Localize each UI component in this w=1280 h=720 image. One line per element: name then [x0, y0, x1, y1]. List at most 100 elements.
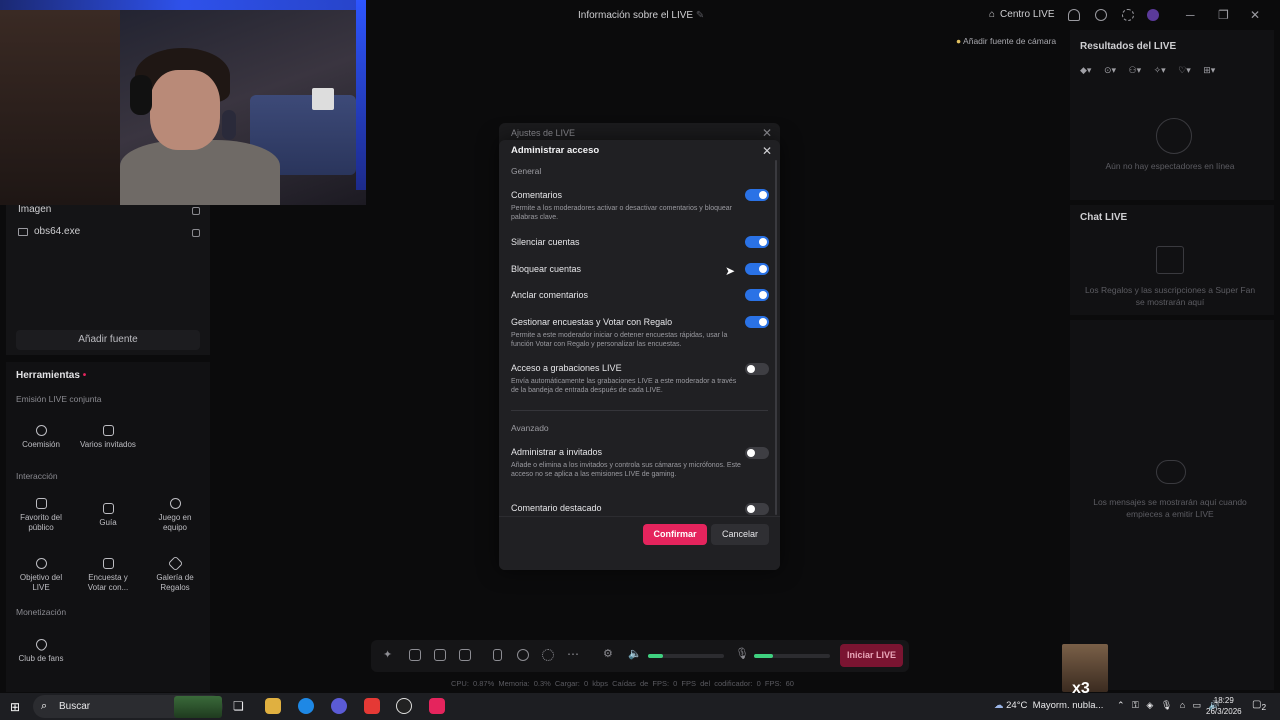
tool-favorito[interactable]: Favorito del público: [12, 490, 70, 540]
close-dialog-icon[interactable]: ✕: [762, 145, 772, 157]
team-icon: [169, 497, 181, 509]
tool-club-fans[interactable]: Club de fans: [12, 626, 70, 676]
tool-objetivo[interactable]: Objetivo del LIVE: [12, 550, 70, 600]
windows-start-icon[interactable]: ⊞: [10, 700, 20, 714]
notification-icon[interactable]: ▢2: [1252, 699, 1266, 712]
person-body: [120, 140, 280, 205]
empty-viewers-icon: [1156, 118, 1192, 154]
mouse-cursor: ➤: [725, 264, 736, 278]
help-icon[interactable]: [1095, 9, 1107, 21]
centro-live-button[interactable]: ⌂ Centro LIVE: [989, 9, 1055, 20]
tool-encuesta[interactable]: Encuesta y Votar con...: [79, 550, 137, 600]
led-strip: [0, 0, 366, 10]
tool-varios-invitados[interactable]: Varios invitados: [79, 412, 137, 462]
lock-icon[interactable]: [192, 207, 200, 215]
camera-icon[interactable]: [542, 649, 554, 661]
clock[interactable]: 18:29 26/3/2026: [1206, 695, 1242, 717]
close-settings-icon[interactable]: ✕: [762, 127, 772, 139]
mic-icon[interactable]: 🎙: [735, 647, 749, 660]
messages-text: Los mensajes se mostrarán aquí cuando em…: [1093, 497, 1247, 519]
toggle-anclar[interactable]: [745, 289, 769, 301]
obs-icon[interactable]: [396, 698, 412, 714]
user-star-icon: [35, 497, 47, 509]
toggle-encuestas[interactable]: [745, 316, 769, 328]
live-info-title[interactable]: Información sobre el LIVE ✎: [578, 10, 704, 21]
live-settings-title: Ajustes de LIVE: [511, 128, 576, 138]
tiktok-live-icon[interactable]: [429, 698, 445, 714]
more-icon[interactable]: ⋯: [567, 647, 579, 661]
toggle-silenciar[interactable]: [745, 236, 769, 248]
system-tray[interactable]: ⌃ ⚿ ◈ 🎙 ⌂ ▭ 🔊: [1117, 700, 1220, 711]
tool-juego-equipo[interactable]: Juego en equipo: [146, 490, 204, 540]
tool-guia[interactable]: Guía: [79, 490, 137, 540]
wall: [0, 10, 120, 205]
weather-widget[interactable]: ☁ 24°C Mayorm. nubla...: [994, 700, 1103, 711]
toggle-invitados[interactable]: [745, 447, 769, 459]
add-scene-icon[interactable]: [459, 649, 471, 661]
search-highlight-image: [174, 696, 222, 718]
bell-icon[interactable]: [1068, 9, 1080, 21]
edge-icon[interactable]: [298, 698, 314, 714]
file-explorer-icon[interactable]: [265, 698, 281, 714]
cancel-button[interactable]: Cancelar: [711, 524, 769, 545]
toggle-grabaciones[interactable]: [745, 363, 769, 375]
start-live-button[interactable]: Iniciar LIVE: [840, 644, 903, 667]
task-view-icon[interactable]: ❏: [233, 699, 244, 713]
phone-icon[interactable]: [493, 649, 502, 661]
source-item[interactable]: obs64.exe: [18, 226, 200, 237]
confirm-button[interactable]: Confirmar: [643, 524, 707, 545]
toggle-destacado[interactable]: [745, 503, 769, 515]
poll-icon: [102, 557, 114, 569]
discord-icon[interactable]: [331, 698, 347, 714]
results-title: Resultados del LIVE: [1080, 41, 1177, 52]
option-grabaciones: Acceso a grabaciones LIVE: [511, 363, 622, 373]
chat-title: Chat LIVE: [1080, 212, 1128, 223]
bulb-icon: ●: [956, 36, 962, 46]
group-advanced: Avanzado: [511, 423, 549, 433]
chat-bubble-icon: [1156, 460, 1186, 484]
toggle-comentarios[interactable]: [745, 189, 769, 201]
led-strip-side: [356, 0, 366, 190]
toggle-bloquear[interactable]: [745, 263, 769, 275]
people-icon: [102, 424, 114, 436]
volume-slider[interactable]: [648, 654, 724, 658]
minimize-icon[interactable]: ─: [1186, 8, 1195, 22]
source-label: obs64.exe: [34, 226, 81, 237]
home-icon: ⌂: [989, 9, 996, 20]
screen-add-icon[interactable]: [409, 649, 421, 661]
speaker-icon[interactable]: 🔈: [628, 647, 642, 660]
option-anclar: Anclar comentarios: [511, 290, 589, 300]
record-icon[interactable]: [517, 649, 529, 661]
cloud-icon: ☁: [994, 700, 1004, 711]
results-filters[interactable]: ◆▾ ⊙▾ ⚇▾ ✧▾ ♡▾ ⊞▾: [1080, 65, 1215, 76]
add-camera-source-button[interactable]: ● Añadir fuente de cámara: [956, 36, 1056, 46]
option-comentarios: Comentarios: [511, 190, 563, 200]
avatar[interactable]: [1147, 9, 1159, 21]
youtube-icon[interactable]: [364, 698, 380, 714]
dialog-scrollbar[interactable]: [775, 160, 777, 515]
mic-fill: [754, 654, 773, 658]
webcam-preview: [0, 0, 366, 205]
tools-title: Herramientas •: [16, 370, 87, 381]
group-general: General: [511, 166, 542, 176]
maximize-icon[interactable]: ❐: [1218, 8, 1229, 22]
magic-icon[interactable]: ✦: [383, 648, 395, 661]
option-desc: Permite a este moderador iniciar o deten…: [511, 332, 728, 348]
lock-icon[interactable]: [192, 229, 200, 237]
book-icon: [102, 502, 114, 514]
add-source-button[interactable]: Añadir fuente: [16, 330, 200, 350]
mic-slider[interactable]: [754, 654, 830, 658]
source-item[interactable]: Imagen: [18, 204, 200, 215]
no-viewers-text: Aún no hay espectadores en línea: [1105, 161, 1235, 171]
option-silenciar: Silenciar cuentas: [511, 237, 580, 247]
option-desc: Añade o elimina a los invitados y contro…: [511, 462, 741, 478]
option-bloquear: Bloquear cuentas: [511, 264, 582, 274]
close-window-icon[interactable]: ✕: [1250, 8, 1260, 22]
tool-coemision[interactable]: Coemisión: [12, 412, 70, 462]
person-head: [150, 70, 220, 150]
section-cohost: Emisión LIVE conjunta: [16, 394, 102, 404]
effects-icon[interactable]: [434, 649, 446, 661]
tool-galeria[interactable]: Galería de Regalos: [146, 550, 204, 600]
sliders-icon[interactable]: ⚙: [603, 647, 613, 660]
gear-icon[interactable]: [1122, 9, 1134, 21]
